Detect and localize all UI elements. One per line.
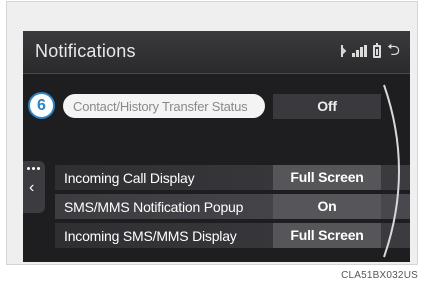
status-bar: ⮌ — [339, 42, 400, 59]
head-unit-screen: Notifications ⮌ Contact/History Transfer… — [23, 31, 410, 262]
setting-row-contact-history-transfer[interactable]: Contact/History Transfer Status Off — [23, 94, 410, 119]
battery-icon — [373, 42, 382, 58]
setting-value[interactable]: Full Screen — [273, 165, 381, 190]
setting-value[interactable]: Off — [273, 94, 381, 119]
setting-label: SMS/MMS Notification Popup — [64, 199, 244, 215]
scroll-arc[interactable] — [380, 81, 410, 261]
setting-label: Incoming Call Display — [64, 170, 195, 186]
screen-header: Notifications ⮌ — [23, 31, 410, 74]
back-icon[interactable]: ⮌ — [387, 43, 400, 59]
setting-value[interactable]: Full Screen — [273, 223, 381, 248]
setting-row-incoming-call-display[interactable]: Incoming Call Display Full Screen — [23, 165, 410, 190]
setting-row-sms-mms-notification-popup[interactable]: SMS/MMS Notification Popup On — [23, 194, 410, 219]
signal-icon — [352, 45, 368, 57]
setting-value[interactable]: On — [273, 194, 381, 219]
callout-number-badge: 6 — [28, 92, 55, 119]
bluetooth-icon — [339, 45, 346, 57]
setting-label: Incoming SMS/MMS Display — [64, 228, 237, 244]
setting-label: Contact/History Transfer Status — [73, 99, 248, 114]
image-code-caption: CLA51BX032US — [341, 270, 418, 281]
page-title: Notifications — [35, 41, 136, 61]
setting-row-incoming-sms-mms-display[interactable]: Incoming SMS/MMS Display Full Screen — [23, 223, 410, 248]
